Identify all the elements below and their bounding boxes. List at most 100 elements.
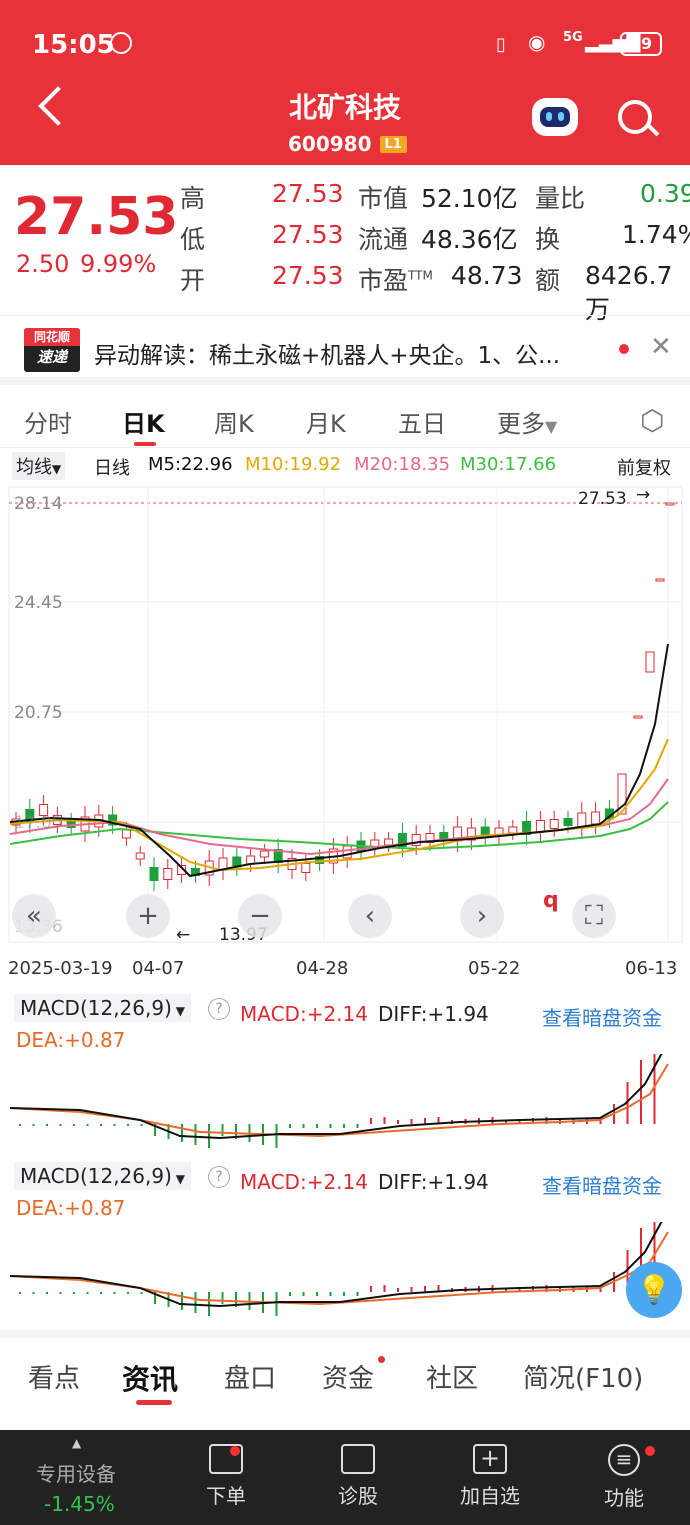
bottom-nav: ▲ 专用设备 -1.45% 下单 诊股 + 加自选 ≡ 功能 <box>0 1430 690 1525</box>
high-label: 高 <box>180 184 206 213</box>
news-banner[interactable]: 同花顺 速递 异动解读：稀土永磁+机器人+央企。1、公... ✕ <box>0 315 690 385</box>
macd-select[interactable]: MACD(12,26,9) ▼ <box>14 1162 191 1190</box>
turnover-value: 1.74% <box>622 220 690 249</box>
ma-mode-select[interactable]: 均线▼ <box>12 452 66 480</box>
zoom-in-icon[interactable]: + <box>126 894 170 938</box>
menu-icon: ≡ <box>608 1444 640 1476</box>
candle <box>259 850 269 858</box>
date-tick: 2025-03-19 <box>8 958 113 979</box>
high-value: 27.53 <box>272 179 344 208</box>
order-dot <box>230 1446 240 1456</box>
candle <box>563 818 573 826</box>
nav-add-watchlist[interactable]: + 加自选 <box>440 1444 540 1509</box>
candle <box>301 863 311 873</box>
vibrate-icon: ▯ <box>496 34 506 55</box>
robot-icon[interactable] <box>532 98 578 136</box>
chart-tabs: 分时 日K 周K 月K 五日 更多▼ ⬡ <box>0 390 690 448</box>
battery-icon: 39 <box>620 32 662 56</box>
level-badge: L1 <box>379 135 407 153</box>
hand-icon <box>110 32 132 54</box>
kline-chart[interactable]: 27.53 → ← 13.97 28.14 24.45 20.75 17.05 … <box>0 484 690 954</box>
add-icon: + <box>473 1444 507 1474</box>
tab-monthly[interactable]: 月K <box>306 404 346 439</box>
status-time: 15:05 <box>32 30 115 60</box>
last-price: 27.53 <box>14 187 179 247</box>
dark-pool-link[interactable]: 查看暗盘资金 <box>542 1002 662 1031</box>
tab-weekly[interactable]: 周K <box>214 404 254 439</box>
low-arrow: ← <box>176 925 190 945</box>
settings-hex-icon[interactable]: ⬡ <box>640 404 664 437</box>
high-arrow: → <box>636 485 650 505</box>
candle <box>342 845 352 859</box>
ma-legend: 均线▼ 日线 M5:22.96 M10:19.92 M20:18.35 M30:… <box>0 452 690 482</box>
kline-svg: 27.53 → ← 13.97 28.14 24.45 20.75 17.05 … <box>8 485 683 945</box>
candle <box>535 820 545 832</box>
nav-diagnose[interactable]: 诊股 <box>308 1444 408 1509</box>
candle <box>508 826 518 834</box>
close-icon[interactable]: ✕ <box>650 332 672 362</box>
candle <box>66 820 76 828</box>
candle <box>591 811 601 825</box>
nav-functions[interactable]: ≡ 功能 <box>574 1444 674 1511</box>
expand-up-icon[interactable]: ▲ <box>72 1436 81 1450</box>
ma5-line <box>9 643 669 878</box>
scroll-start-icon[interactable]: « <box>12 894 56 938</box>
tab-funds[interactable]: 资金 <box>322 1358 374 1395</box>
tab-orderbook[interactable]: 盘口 <box>224 1358 276 1395</box>
tab-five-day[interactable]: 五日 <box>398 404 446 439</box>
period-label: 日线 <box>94 458 130 479</box>
hotspot-icon: ◉ <box>528 30 546 54</box>
fullscreen-icon[interactable]: ⛶ <box>572 894 616 938</box>
tab-highlights[interactable]: 看点 <box>28 1358 80 1395</box>
diagnose-icon <box>341 1444 375 1474</box>
date-tick: 04-07 <box>130 958 185 979</box>
funds-dot <box>378 1356 385 1363</box>
macd-chart-2 <box>9 1222 669 1316</box>
open-label: 开 <box>180 266 206 295</box>
news-text: 异动解读：稀土永磁+机器人+央企。1、公... <box>94 343 561 369</box>
high-marker: 27.53 <box>578 489 627 509</box>
diff-line <box>9 1222 663 1308</box>
candle <box>384 838 394 846</box>
pe-label: 市盈TTM <box>358 266 433 295</box>
open-value: 27.53 <box>272 261 344 290</box>
price-change: 2.50 <box>16 250 70 278</box>
tab-daily[interactable]: 日K <box>122 404 165 439</box>
zoom-out-icon[interactable]: − <box>238 894 282 938</box>
macd-select[interactable]: MACD(12,26,9) ▼ <box>14 994 191 1022</box>
adjust-label[interactable]: 前复权 <box>617 454 671 480</box>
quote-panel: 27.53 2.50 9.99% 高 27.53 低 27.53 开 27.53… <box>0 165 690 324</box>
search-icon[interactable] <box>618 100 652 134</box>
lightbulb-icon[interactable]: 💡 <box>626 1262 682 1318</box>
page-title: 北矿科技 <box>288 91 401 124</box>
tab-more[interactable]: 更多▼ <box>497 404 557 439</box>
tab-intraday[interactable]: 分时 <box>24 404 72 439</box>
dea-line <box>9 1063 669 1138</box>
candle <box>121 829 131 839</box>
candle <box>549 819 559 829</box>
y-tick: 24.45 <box>14 593 63 613</box>
network-label: 5G <box>563 30 583 45</box>
mcap-value: 52.10亿 <box>421 184 518 213</box>
scroll-right-icon[interactable]: › <box>460 894 504 938</box>
amount-label: 额 <box>535 266 561 295</box>
tab-news[interactable]: 资讯 <box>122 1358 178 1398</box>
tab-community[interactable]: 社区 <box>426 1358 478 1395</box>
low-label: 低 <box>180 225 206 254</box>
mcap-label: 市值 <box>358 184 409 213</box>
candle <box>577 812 587 828</box>
date-tick: 06-13 <box>625 958 678 979</box>
tab-f10[interactable]: 简况(F10) <box>523 1358 643 1395</box>
stock-code-row: 600980 L1 <box>288 132 407 156</box>
candle <box>163 868 173 880</box>
nav-order[interactable]: 下单 <box>176 1444 276 1509</box>
scroll-left-icon[interactable]: ‹ <box>348 894 392 938</box>
date-axis: 2025-03-19 04-07 04-28 05-22 06-13 <box>0 956 690 984</box>
help-icon[interactable]: ? <box>208 1166 230 1188</box>
help-icon[interactable]: ? <box>208 998 230 1020</box>
sector-name[interactable]: 专用设备 <box>36 1458 116 1487</box>
news-logo: 同花顺 速递 <box>24 328 80 372</box>
diff-value: DIFF:+1.94 <box>378 1002 489 1026</box>
candle <box>135 852 145 860</box>
dark-pool-link[interactable]: 查看暗盘资金 <box>542 1170 662 1199</box>
